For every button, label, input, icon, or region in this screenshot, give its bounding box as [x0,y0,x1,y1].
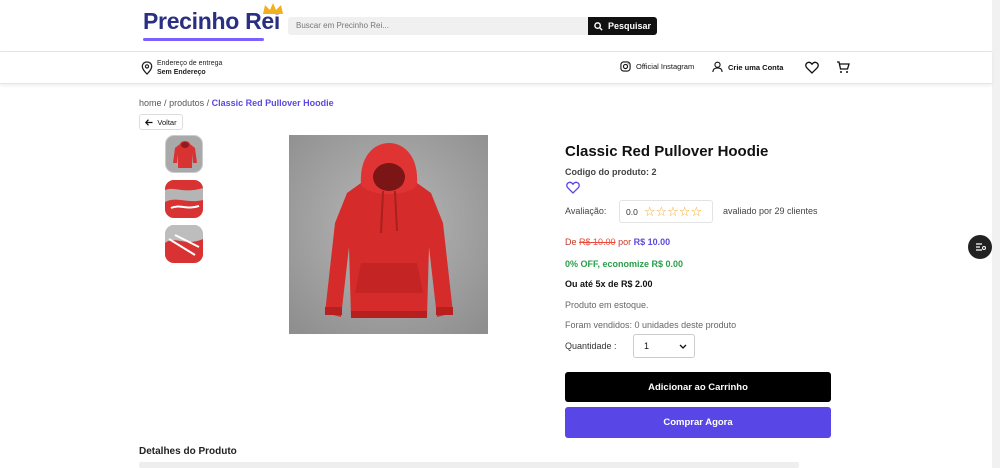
price-from-label: De [565,237,577,247]
menu-list-icon [975,243,986,251]
thumbnail-2[interactable] [165,180,203,218]
breadcrumb-products[interactable]: produtos [169,98,204,108]
quantity-label: Quantidade : [565,341,617,351]
arrow-left-icon [145,118,153,126]
header-top: Precinho Rei Buscar em Precinho Rei... P… [0,0,992,52]
account-label: Crie uma Conta [728,62,784,72]
page-scrollbar[interactable] [992,0,1000,468]
star-icon: ☆ [643,204,656,219]
crown-icon [263,3,283,14]
logo-underline [143,38,264,41]
star-icon: ☆ [678,204,691,219]
logo-text: Precinho Rei [143,8,280,34]
address-label: Endereço de entrega [157,60,223,67]
quantity-select[interactable]: 1 [633,334,695,358]
hoodie-detail-image [165,180,203,218]
thumbnail-3[interactable] [165,225,203,263]
hoodie-detail-image [165,225,203,263]
instagram-label: Official Instagram [636,62,695,71]
create-account-link[interactable]: Crie uma Conta [712,61,783,73]
quantity-value: 1 [644,341,650,351]
rating-value: 0.0 [626,206,638,217]
rating-count: avaliado por 29 clientes [723,206,818,216]
cart-icon[interactable] [836,61,850,74]
rating-label: Avaliação: [565,206,607,216]
logo[interactable]: Precinho Rei [143,3,283,35]
floating-menu-button[interactable] [968,235,992,259]
search-icon [594,21,603,31]
delivery-address[interactable]: Endereço de entrega Sem Endereço [141,59,222,77]
rating-stars: ☆ ☆ ☆ ☆ ☆ [644,205,702,218]
stock-status: Produto em estoque. [565,300,649,310]
product-code: Codigo do produto: 2 [565,167,657,177]
price-old: R$ 10.00 [579,237,616,247]
star-icon: ☆ [667,204,679,219]
product-details-text [139,462,799,468]
price-new: R$ 10.00 [633,237,671,247]
back-button[interactable]: Voltar [139,114,183,130]
add-to-cart-label: Adicionar ao Carrinho [648,381,748,393]
breadcrumb-home[interactable]: home [139,98,162,108]
address-value: Sem Endereço [157,69,206,76]
search-button[interactable]: Pesquisar [588,17,657,35]
search-button-label: Pesquisar [607,21,652,31]
star-icon: ☆ [690,204,703,219]
product-details-title: Detalhes do Produto [139,446,237,457]
user-icon [712,61,723,73]
back-label: Voltar [157,117,177,127]
breadcrumb: home / produtos / Classic Red Pullover H… [139,98,334,108]
price-por-label: por [618,237,632,247]
chevron-down-icon [679,344,687,349]
heart-icon[interactable] [805,61,819,74]
discount-text: 0% OFF, economize R$ 0.00 [565,259,684,269]
favorite-heart-icon[interactable] [566,181,580,194]
thumbnail-1[interactable] [165,135,203,173]
instagram-link[interactable]: Official Instagram [620,61,694,72]
header-sub: Endereço de entrega Sem Endereço Officia… [0,52,992,84]
breadcrumb-separator: / [206,98,210,108]
search-placeholder: Buscar em Precinho Rei... [296,21,389,30]
product-main-image[interactable] [289,135,488,334]
hoodie-image [289,135,488,334]
breadcrumb-current: Classic Red Pullover Hoodie [211,98,334,108]
location-pin-icon [141,61,153,75]
search-input[interactable]: Buscar em Precinho Rei... [288,17,588,35]
buy-now-button[interactable]: Comprar Agora [565,407,831,438]
add-to-cart-button[interactable]: Adicionar ao Carrinho [565,372,831,402]
product-title: Classic Red Pullover Hoodie [565,143,769,160]
sold-count: Foram vendidos: 0 unidades deste produto [565,320,737,330]
star-icon: ☆ [655,204,668,219]
hoodie-thumbnail-image [166,136,202,172]
installments-text: Ou até 5x de R$ 2.00 [565,279,653,289]
buy-now-label: Comprar Agora [663,417,733,428]
price-line: De R$ 10.00 por R$ 10.00 [565,237,670,247]
rating-box: 0.0 ☆ ☆ ☆ ☆ ☆ [619,200,713,223]
instagram-icon [620,61,631,72]
breadcrumb-separator: / [164,98,167,108]
